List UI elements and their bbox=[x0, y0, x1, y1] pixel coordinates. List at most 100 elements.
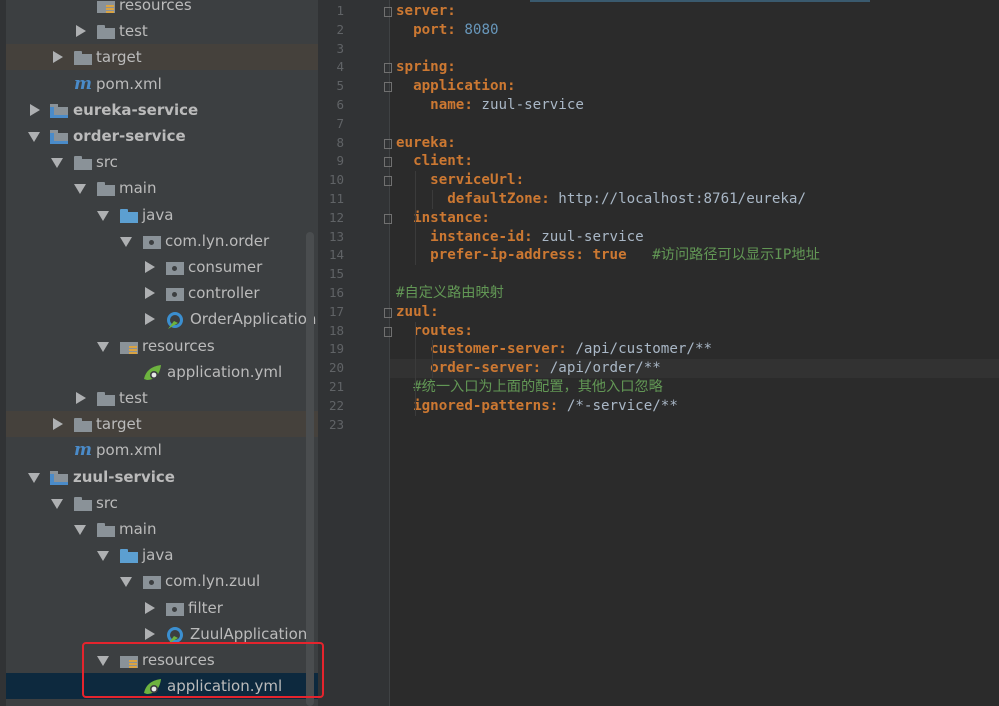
code-line[interactable]: zuul: bbox=[396, 303, 439, 322]
code-line[interactable]: name: zuul-service bbox=[396, 96, 584, 115]
code-line[interactable]: server: bbox=[396, 2, 456, 21]
code-line[interactable]: routes: bbox=[396, 322, 473, 341]
expand-arrow-icon[interactable] bbox=[28, 130, 40, 142]
code-line[interactable]: instance-id: zuul-service bbox=[396, 228, 644, 247]
collapse-arrow-icon[interactable] bbox=[143, 601, 155, 614]
folder-icon bbox=[73, 48, 93, 66]
code-line[interactable]: eureka: bbox=[396, 134, 456, 153]
tree-item[interactable]: controller bbox=[6, 280, 318, 306]
code-token: serviceUrl: bbox=[430, 172, 525, 189]
fold-marker-icon[interactable] bbox=[383, 138, 393, 150]
tree-item[interactable]: consumer bbox=[6, 254, 318, 280]
tree-item[interactable]: order-service bbox=[6, 123, 318, 149]
tree-item[interactable]: m pom.xml bbox=[6, 437, 318, 463]
collapse-arrow-icon[interactable] bbox=[51, 418, 63, 431]
folder-icon bbox=[96, 389, 116, 407]
maven-icon: m bbox=[74, 73, 92, 94]
code-line[interactable]: customer-server: /api/customer/** bbox=[396, 340, 712, 359]
code-token: prefer-ip-address: bbox=[430, 247, 584, 264]
expand-arrow-icon[interactable] bbox=[97, 209, 109, 221]
tree-item-label: filter bbox=[188, 598, 223, 617]
collapse-arrow-icon[interactable] bbox=[51, 51, 63, 64]
expand-arrow-icon[interactable] bbox=[120, 575, 132, 588]
tree-item[interactable]: target bbox=[6, 44, 318, 71]
expand-arrow-icon[interactable] bbox=[28, 471, 40, 483]
fold-marker-icon[interactable] bbox=[383, 62, 393, 74]
spring-class-icon bbox=[165, 625, 187, 644]
code-token: application: bbox=[413, 78, 516, 95]
tree-item[interactable]: test bbox=[6, 18, 318, 44]
tree-item[interactable]: filter bbox=[6, 595, 318, 621]
fold-marker-icon[interactable] bbox=[383, 326, 393, 338]
code-line[interactable]: port: 8080 bbox=[396, 21, 498, 40]
expand-arrow-icon[interactable] bbox=[97, 340, 109, 352]
code-line[interactable]: #自定义路由映射 bbox=[396, 284, 504, 303]
collapse-arrow-icon[interactable] bbox=[143, 287, 155, 300]
tree-item[interactable]: com.lyn.zuul bbox=[6, 568, 318, 594]
package-icon bbox=[142, 232, 162, 250]
highlight-annotation-box bbox=[82, 642, 324, 698]
code-line[interactable]: #统一入口为上面的配置，其他入口忽略 bbox=[396, 378, 663, 397]
collapse-arrow-icon[interactable] bbox=[74, 392, 86, 404]
code-token: #自定义路由映射 bbox=[396, 285, 504, 301]
tree-item[interactable]: zuul-service bbox=[6, 464, 318, 490]
maven-icon: m bbox=[74, 440, 92, 461]
tree-item[interactable]: test bbox=[6, 699, 318, 706]
code-token: spring: bbox=[396, 59, 456, 76]
expand-arrow-icon[interactable] bbox=[120, 235, 132, 247]
fold-marker-icon[interactable] bbox=[383, 213, 393, 225]
tree-item[interactable]: src bbox=[6, 490, 318, 516]
line-number: 3 bbox=[336, 40, 344, 56]
collapse-arrow-icon[interactable] bbox=[143, 261, 155, 273]
tree-item-label: consumer bbox=[188, 258, 263, 276]
fold-marker-icon[interactable] bbox=[383, 156, 393, 168]
tree-item[interactable]: target bbox=[6, 411, 318, 438]
line-number: 6 bbox=[336, 97, 344, 112]
expand-arrow-icon[interactable] bbox=[51, 497, 63, 509]
tree-item-label: application.yml bbox=[167, 362, 283, 381]
fold-marker-icon[interactable] bbox=[383, 6, 393, 18]
tree-scrollbar[interactable] bbox=[306, 232, 314, 706]
tree-item[interactable]: m pom.xml bbox=[6, 71, 318, 97]
tree-item[interactable]: main bbox=[6, 516, 318, 542]
fold-marker-icon[interactable] bbox=[383, 81, 393, 93]
tree-item[interactable]: resources bbox=[6, 333, 318, 359]
tree-item[interactable]: resources bbox=[6, 0, 318, 18]
collapse-arrow-icon[interactable] bbox=[143, 627, 155, 640]
code-line[interactable]: defaultZone: http://localhost:8761/eurek… bbox=[396, 190, 806, 209]
tree-item-label: test bbox=[119, 22, 148, 41]
collapse-arrow-icon[interactable] bbox=[28, 103, 40, 116]
collapse-arrow-icon[interactable] bbox=[143, 313, 155, 326]
tree-item-label: resources bbox=[142, 336, 215, 355]
code-line[interactable]: prefer-ip-address: true #访问路径可以显示IP地址 bbox=[396, 246, 820, 265]
code-token: client: bbox=[413, 153, 473, 170]
expand-arrow-icon[interactable] bbox=[74, 182, 86, 195]
code-line[interactable]: instance: bbox=[396, 209, 490, 228]
expand-arrow-icon[interactable] bbox=[97, 549, 109, 562]
tree-item[interactable]: eureka-service bbox=[6, 97, 318, 123]
tree-item[interactable]: application.yml bbox=[6, 359, 318, 385]
fold-marker-icon[interactable] bbox=[383, 307, 393, 319]
tree-item[interactable]: java bbox=[6, 202, 318, 228]
code-token: zuul-service bbox=[472, 97, 584, 113]
tree-item[interactable]: test bbox=[6, 385, 318, 411]
tree-item[interactable]: main bbox=[6, 175, 318, 201]
tree-item[interactable]: src bbox=[6, 149, 318, 175]
code-line[interactable]: order-server: /api/order/** bbox=[390, 359, 999, 378]
code-line[interactable]: ignored-patterns: /*-service/** bbox=[396, 397, 678, 416]
code-token: http://localhost:8761/eureka/ bbox=[549, 191, 806, 207]
expand-arrow-icon[interactable] bbox=[51, 156, 63, 169]
folder-icon bbox=[73, 153, 93, 171]
code-line[interactable]: client: bbox=[396, 152, 473, 171]
code-line[interactable]: spring: bbox=[396, 58, 456, 77]
tree-item-label: test bbox=[119, 389, 148, 407]
expand-arrow-icon[interactable] bbox=[74, 523, 86, 535]
tree-item[interactable]: com.lyn.order bbox=[6, 228, 318, 254]
fold-marker-icon[interactable] bbox=[383, 175, 393, 187]
collapse-arrow-icon[interactable] bbox=[74, 25, 86, 38]
tree-item[interactable]: OrderApplication bbox=[6, 306, 318, 332]
tree-item[interactable]: java bbox=[6, 542, 318, 568]
code-line[interactable]: application: bbox=[396, 77, 516, 96]
code-token: /api/customer/** bbox=[566, 341, 713, 358]
